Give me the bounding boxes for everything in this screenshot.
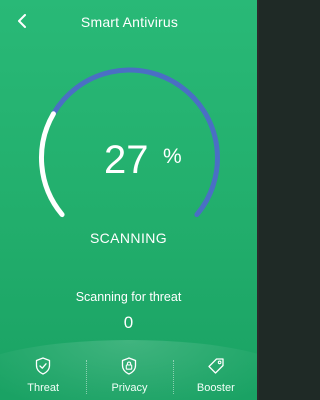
threat-count: 0 xyxy=(123,313,134,332)
gauge-progress xyxy=(38,111,65,218)
shield-lock-icon xyxy=(120,357,138,375)
nav-label-booster: Booster xyxy=(196,382,235,394)
nav-item-threat[interactable]: Threat xyxy=(0,352,86,400)
scanning-for-threat-label: Scanning for threat xyxy=(75,290,182,304)
nav-item-booster[interactable]: Booster xyxy=(172,352,257,400)
scan-status-label: SCANNING xyxy=(89,230,168,246)
bottom-nav: Threat Privacy Booster xyxy=(0,352,257,400)
scan-percent-value: 27 xyxy=(104,138,149,182)
nav-label-threat: Threat xyxy=(27,382,60,394)
scan-progress-gauge xyxy=(38,67,220,218)
nav-item-privacy[interactable]: Privacy xyxy=(86,352,172,400)
scan-percent-sign: % xyxy=(163,145,182,168)
antivirus-screen: Smart Antivirus 27 % SCANNING Scanning f… xyxy=(0,0,259,400)
nav-label-privacy: Privacy xyxy=(111,382,148,394)
tag-icon xyxy=(207,357,225,375)
shield-check-icon xyxy=(34,357,52,375)
